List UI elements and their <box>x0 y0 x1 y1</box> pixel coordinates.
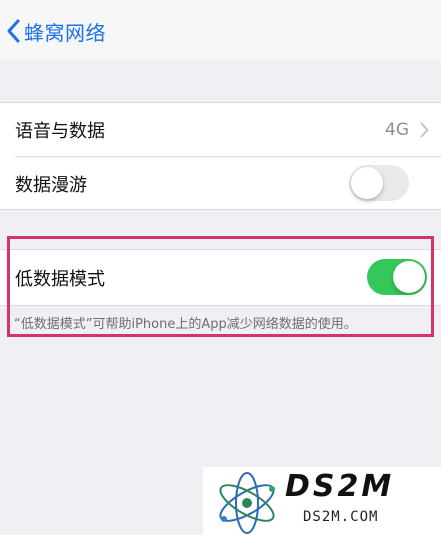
back-button[interactable]: 蜂窝网络 <box>6 16 106 46</box>
data-roaming-row: 数据漫游 <box>0 157 441 210</box>
chevron-right-icon <box>420 122 429 137</box>
low-data-mode-row: 低数据模式 <box>0 251 441 304</box>
low-data-mode-group: 低数据模式 <box>0 249 441 306</box>
low-data-mode-toggle[interactable] <box>367 259 427 295</box>
voice-data-label: 语音与数据 <box>15 120 105 142</box>
voice-data-value: 4G <box>385 119 409 140</box>
navigation-bar: 蜂窝网络 <box>0 0 441 60</box>
watermark: DS2M DS2M.COM <box>203 467 441 535</box>
data-roaming-label: 数据漫游 <box>15 174 87 196</box>
toggle-knob <box>351 167 383 199</box>
low-data-mode-label: 低数据模式 <box>15 268 105 290</box>
watermark-brand: DS2M <box>285 469 395 504</box>
voice-data-row[interactable]: 语音与数据 4G <box>0 103 441 156</box>
chevron-left-icon <box>7 19 20 43</box>
cellular-settings-group: 语音与数据 4G 数据漫游 <box>0 102 441 210</box>
toggle-knob <box>393 261 425 293</box>
back-button-label: 蜂窝网络 <box>24 20 106 45</box>
low-data-mode-footer: “低数据模式”可帮助iPhone上的App减少网络数据的使用。 <box>14 317 357 332</box>
data-roaming-toggle[interactable] <box>349 165 409 201</box>
atom-logo-icon <box>219 472 275 534</box>
watermark-domain: DS2M.COM <box>303 509 379 525</box>
